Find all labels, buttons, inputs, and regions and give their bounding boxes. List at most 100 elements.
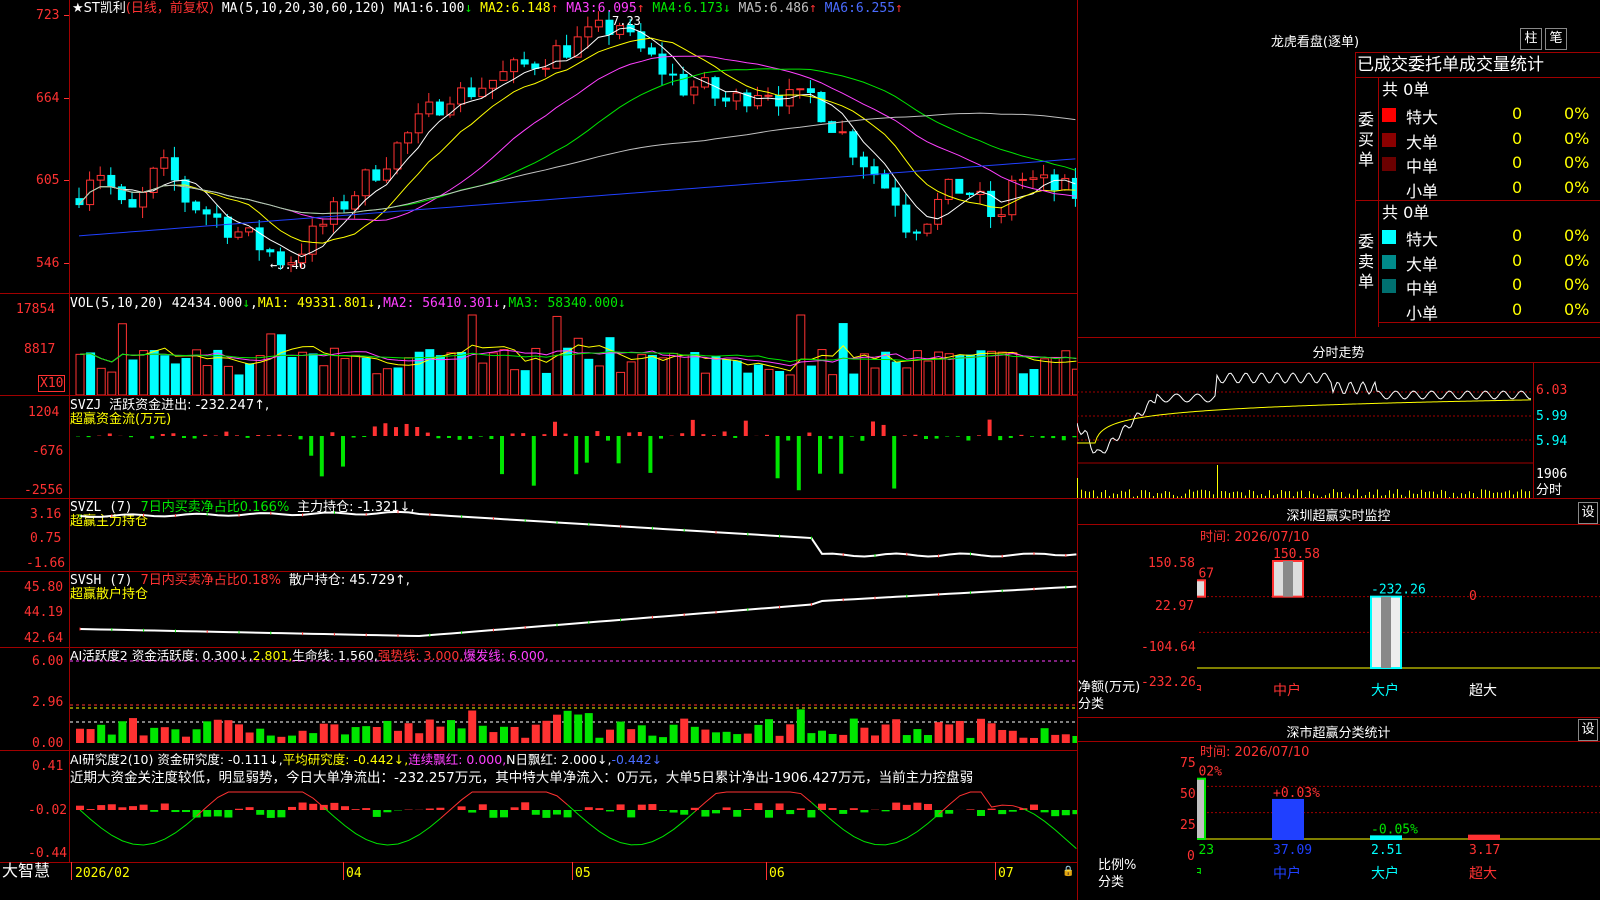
fund-flow-bar xyxy=(574,436,579,475)
activity-bar xyxy=(341,734,349,743)
brand-logo[interactable]: 大智慧 xyxy=(2,863,50,879)
divider-ai-research xyxy=(0,750,1077,751)
divider xyxy=(1355,52,1600,53)
bar-category-label: 超大 xyxy=(1469,683,1497,699)
research-bar xyxy=(457,806,466,810)
intraday-chart[interactable] xyxy=(1077,363,1533,498)
main-position-chart[interactable] xyxy=(70,500,1077,571)
candle-body xyxy=(753,94,762,107)
monitor-settings-button[interactable]: 设 xyxy=(1578,502,1598,524)
candle-body xyxy=(1029,177,1038,180)
tick xyxy=(64,180,69,181)
candle-body xyxy=(573,36,582,58)
research-bar xyxy=(807,810,816,818)
activity-bar xyxy=(372,726,381,743)
research-bar xyxy=(1040,810,1049,813)
activity-bar xyxy=(76,728,84,743)
volume-chart[interactable] xyxy=(70,308,1077,395)
bar-value-label: 37.09 xyxy=(1273,843,1312,858)
activity-bar xyxy=(531,724,540,743)
candle-body xyxy=(912,231,921,234)
activity-bar xyxy=(796,709,805,743)
candle-body xyxy=(1018,178,1027,181)
volume-bar xyxy=(806,365,816,395)
bar-value-label: 0 xyxy=(1469,589,1477,604)
stat-settings-button[interactable]: 设 xyxy=(1578,719,1598,741)
fund-flow-bar xyxy=(521,433,526,436)
research-line xyxy=(323,807,441,846)
candle-body xyxy=(425,101,434,115)
research-bar xyxy=(542,810,551,818)
research-bar xyxy=(1061,810,1070,816)
monitor-bar-chart[interactable]: 81.67 散户 150.58 中户 -232.26 大户 0 超大 xyxy=(1197,545,1600,715)
fund-flow-bar xyxy=(690,419,695,436)
intraday-vol-bar xyxy=(1525,491,1526,498)
intraday-vol-bar xyxy=(1197,490,1198,498)
fund-flow-bar xyxy=(288,435,292,436)
bar-category-label: 散户 xyxy=(1197,865,1203,882)
candle-body xyxy=(605,19,614,35)
intraday-vol-bar xyxy=(1269,490,1270,498)
volume-bar xyxy=(669,352,679,395)
research-bar xyxy=(213,810,222,817)
activity-bar xyxy=(129,718,137,743)
ai-research-axis-2: -0.44 xyxy=(28,846,68,861)
intraday-vol-bar xyxy=(1429,491,1430,498)
candle-body xyxy=(923,223,932,234)
fund-flow-bar xyxy=(945,436,950,437)
ai-research-chart[interactable] xyxy=(70,752,1077,862)
research-bar xyxy=(372,810,381,817)
activity-bar xyxy=(818,730,826,743)
lock-icon[interactable]: 🔒 xyxy=(1062,864,1074,879)
activity-bar xyxy=(224,720,233,743)
intraday-axis-1: 5.99 xyxy=(1536,409,1568,424)
candle-body xyxy=(223,216,232,238)
volume-bar xyxy=(298,351,308,395)
volume-bar xyxy=(647,354,657,395)
divider xyxy=(1077,337,1600,338)
order-p: 0% xyxy=(1564,177,1590,197)
tick-mode-button[interactable]: 笔 xyxy=(1545,28,1567,50)
intraday-vol-bar xyxy=(1357,489,1358,498)
fund-flow-bar xyxy=(606,436,610,441)
fund-flow-bar xyxy=(743,420,748,436)
research-bar xyxy=(1072,810,1077,815)
bar-category-label: 超大 xyxy=(1469,866,1497,882)
activity-bar xyxy=(1051,734,1060,743)
bar-category-label: 中户 xyxy=(1273,865,1301,882)
intraday-vol-bar xyxy=(1077,478,1078,498)
order-row: 大单 0 0% xyxy=(1382,251,1600,274)
fund-flow-bar xyxy=(235,435,239,436)
stat-bar xyxy=(1197,777,1206,840)
fund-flow-bar xyxy=(733,436,738,438)
volume-bar xyxy=(594,365,604,395)
volume-bar xyxy=(987,350,997,395)
divider-bottom xyxy=(0,862,1077,863)
order-p: 0% xyxy=(1564,299,1590,319)
ai-activity-chart[interactable] xyxy=(70,648,1077,750)
fund-flow-bar xyxy=(616,436,621,464)
monitor-bar xyxy=(1370,595,1402,669)
candlestick-chart[interactable] xyxy=(70,0,1077,293)
intraday-vol-bar xyxy=(1141,490,1142,498)
retail-position-chart[interactable] xyxy=(70,573,1077,647)
volume-bar xyxy=(1008,352,1018,395)
research-bar xyxy=(924,803,932,810)
activity-bar xyxy=(595,737,604,743)
research-bar xyxy=(945,810,954,814)
vol-axis-0: 17854 xyxy=(16,302,56,317)
activity-bar xyxy=(139,735,148,743)
volume-bar xyxy=(679,354,689,395)
research-bar xyxy=(659,810,667,811)
activity-bar xyxy=(213,719,222,743)
fund-flow-bar xyxy=(447,436,451,438)
activity-bar xyxy=(828,733,837,743)
tick xyxy=(64,98,69,99)
research-bar xyxy=(129,806,137,810)
candle-body xyxy=(902,204,911,233)
fund-flow-chart[interactable] xyxy=(70,398,1077,498)
bar-mode-button[interactable]: 柱 xyxy=(1520,28,1542,50)
stat-bar-chart[interactable]: +0.02% 57.23 散户 +0.03% 37.09 中户 -0.05% 2.51 大户 3.… xyxy=(1197,760,1600,900)
monitor-time: 时间: 2026/07/10 xyxy=(1200,530,1310,545)
activity-bar xyxy=(775,735,784,743)
